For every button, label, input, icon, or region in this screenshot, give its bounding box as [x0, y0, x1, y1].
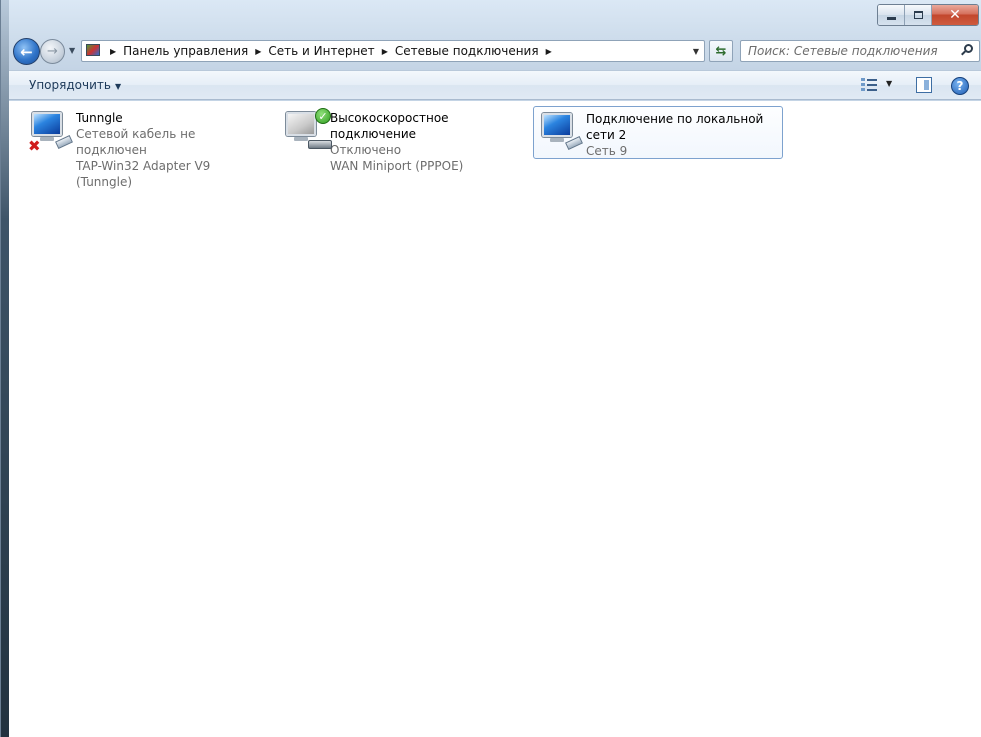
- breadcrumb-network-connections[interactable]: Сетевые подключения: [395, 44, 539, 58]
- breadcrumb-arrow-icon[interactable]: ▶: [546, 47, 552, 56]
- connections-list: ✖ Tunngle Сетевой кабель не подключен TA…: [9, 101, 981, 737]
- search-icon[interactable]: [961, 44, 974, 57]
- caption-buttons: ✕: [877, 4, 979, 26]
- network-cable-icon: [560, 135, 584, 151]
- connection-status: Сеть 9: [586, 144, 628, 158]
- connection-name: Подключение по локальной сети 2: [586, 112, 764, 142]
- connection-status: Сетевой кабель не подключен: [76, 127, 196, 157]
- breadcrumb-arrow-icon[interactable]: ▶: [255, 47, 261, 56]
- forward-button[interactable]: →: [40, 39, 65, 64]
- organize-label: Упорядочить: [29, 78, 111, 92]
- breadcrumb-control-panel[interactable]: Панель управления: [123, 44, 248, 58]
- navigation-bar: ← → ▼ ▶ Панель управления ▶ Сеть и Интер…: [9, 36, 981, 66]
- checkmark-icon: ✓: [315, 108, 331, 124]
- connection-device: TAP-Win32 Adapter V9 (Tunngle): [76, 159, 211, 189]
- connection-item-high-speed[interactable]: ✓ Высокоскоростное подключение Отключено…: [277, 105, 527, 173]
- network-adapter-icon: ✖: [24, 106, 76, 154]
- search-input[interactable]: Поиск: Сетевые подключения: [740, 40, 980, 62]
- explorer-window: ✕ ← → ▼ ▶ Панель управления ▶ Сеть и Инт…: [0, 0, 981, 737]
- modem-icon: [308, 140, 332, 149]
- connection-device: WAN Miniport (PPPOE): [330, 159, 464, 173]
- preview-pane-icon[interactable]: [916, 77, 932, 93]
- search-placeholder: Поиск: Сетевые подключения: [748, 44, 938, 58]
- address-bar[interactable]: ▶ Панель управления ▶ Сеть и Интернет ▶ …: [81, 40, 705, 62]
- dialup-connection-icon: ✓: [278, 106, 332, 154]
- monitor-icon: [32, 112, 62, 136]
- network-cable-icon: [50, 134, 74, 150]
- close-icon: ✕: [949, 7, 961, 23]
- disconnected-x-icon: ✖: [28, 137, 41, 155]
- address-dropdown-icon[interactable]: ▼: [688, 41, 704, 61]
- refresh-icon: ⇆: [715, 43, 727, 59]
- monitor-icon: [542, 113, 572, 137]
- breadcrumb-arrow-icon[interactable]: ▶: [110, 47, 116, 56]
- maximize-icon: [913, 11, 923, 19]
- back-arrow-icon: ←: [20, 42, 33, 61]
- connection-status: Отключено: [330, 143, 402, 157]
- connection-item-tunngle[interactable]: ✖ Tunngle Сетевой кабель не подключен TA…: [23, 105, 269, 189]
- control-panel-icon: [85, 43, 103, 59]
- recent-pages-dropdown[interactable]: ▼: [69, 46, 75, 55]
- breadcrumb-arrow-icon[interactable]: ▶: [382, 47, 388, 56]
- view-options-dropdown[interactable]: ▼: [886, 79, 892, 88]
- command-bar: Упорядочить ▼ ▼ ?: [9, 70, 981, 100]
- refresh-button[interactable]: ⇆: [709, 40, 733, 62]
- breadcrumb-network-internet[interactable]: Сеть и Интернет: [268, 44, 374, 58]
- maximize-button[interactable]: [905, 5, 932, 25]
- minimize-icon: [886, 16, 896, 20]
- forward-arrow-icon: →: [47, 44, 58, 59]
- network-adapter-icon: [534, 107, 586, 155]
- help-icon[interactable]: ?: [951, 77, 969, 95]
- close-button[interactable]: ✕: [932, 5, 978, 25]
- organize-menu-button[interactable]: Упорядочить ▼: [29, 78, 121, 92]
- monitor-icon: [286, 112, 316, 136]
- connection-item-local-area-2[interactable]: Подключение по локальной сети 2 Сеть 9: [533, 106, 783, 159]
- connection-name: Tunngle: [76, 111, 123, 125]
- minimize-button[interactable]: [878, 5, 905, 25]
- back-button[interactable]: ←: [13, 38, 40, 65]
- change-view-icon[interactable]: [861, 78, 877, 92]
- chevron-down-icon: ▼: [114, 82, 122, 91]
- connection-name: Высокоскоростное подключение: [330, 111, 449, 141]
- window-frame-edge: [1, 0, 9, 737]
